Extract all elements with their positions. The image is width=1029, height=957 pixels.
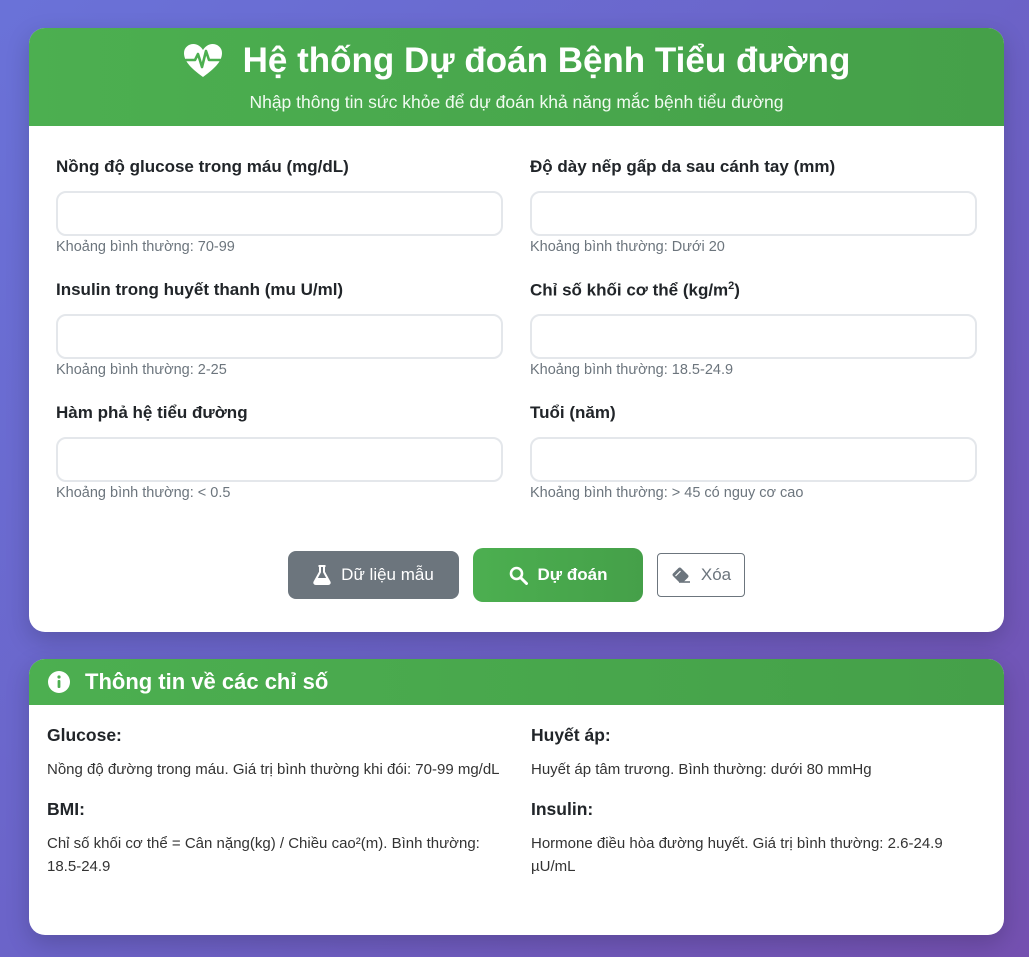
- clear-label: Xóa: [700, 565, 732, 584]
- info-card: Thông tin về các chỉ số Glucose: Nồng độ…: [29, 659, 1004, 935]
- bmi-label-suffix: ): [734, 280, 740, 300]
- bmi-label-text: Chỉ số khối cơ thể (kg/m: [530, 280, 729, 300]
- glucose-label: Nồng độ glucose trong máu (mg/dL): [56, 157, 349, 176]
- info-column-right: Huyết áp: Huyết áp tâm trương. Bình thườ…: [531, 725, 991, 896]
- clear-button[interactable]: Xóa: [657, 553, 745, 597]
- bmi-info-title: BMI:: [47, 799, 85, 819]
- bmi-label: Chỉ số khối cơ thể (kg/m2): [530, 280, 977, 304]
- page-subtitle: Nhập thông tin sức khỏe để dự đoán khả n…: [249, 92, 784, 112]
- glucose-field: Nồng độ glucose trong máu (mg/dL) Khoảng…: [56, 157, 503, 255]
- info-header: Thông tin về các chỉ số: [29, 659, 1004, 705]
- predict-label: Dự đoán: [537, 565, 608, 584]
- info-body: Glucose: Nồng độ đường trong máu. Giá tr…: [29, 705, 1004, 935]
- age-field: Tuổi (năm) Khoảng bình thường: > 45 có n…: [530, 403, 977, 501]
- pedigree-field: Hàm phả hệ tiểu đường Khoảng bình thường…: [56, 403, 503, 501]
- bmi-hint: Khoảng bình thường: 18.5-24.9: [530, 362, 734, 378]
- sample-data-label: Dữ liệu mẫu: [341, 565, 434, 584]
- insulin-info-text: Hormone điều hòa đường huyết. Giá trị bì…: [531, 835, 943, 875]
- heart-pulse-icon: [183, 43, 223, 79]
- bp-info-title: Huyết áp:: [531, 725, 611, 745]
- page-title: Hệ thống Dự đoán Bệnh Tiểu đường: [242, 41, 851, 80]
- bp-info-text: Huyết áp tâm trương. Bình thường: dưới 8…: [531, 761, 872, 778]
- insulin-label: Insulin trong huyết thanh (mu U/ml): [56, 280, 344, 299]
- insulin-input[interactable]: [56, 314, 503, 359]
- prediction-form: Nồng độ glucose trong máu (mg/dL) Khoảng…: [29, 126, 1004, 632]
- pedigree-input[interactable]: [56, 437, 503, 482]
- age-hint: Khoảng bình thường: > 45 có nguy cơ cao: [530, 485, 804, 501]
- button-row: Dữ liệu mẫu Dự đoán Xóa: [29, 548, 1004, 602]
- main-header: Hệ thống Dự đoán Bệnh Tiểu đường Nhập th…: [29, 28, 1004, 126]
- insulin-hint: Khoảng bình thường: 2-25: [56, 362, 227, 378]
- age-label: Tuổi (năm): [530, 403, 616, 422]
- eraser-icon: [671, 567, 691, 583]
- skin-thickness-hint: Khoảng bình thường: Dưới 20: [530, 239, 725, 255]
- glucose-input[interactable]: [56, 191, 503, 236]
- skin-thickness-label: Độ dày nếp gấp da sau cánh tay (mm): [530, 157, 836, 176]
- info-circle-icon: [47, 670, 71, 694]
- skin-thickness-field: Độ dày nếp gấp da sau cánh tay (mm) Khoả…: [530, 157, 977, 255]
- search-icon: [509, 566, 528, 585]
- age-input[interactable]: [530, 437, 977, 482]
- prediction-card: Hệ thống Dự đoán Bệnh Tiểu đường Nhập th…: [29, 28, 1004, 632]
- glucose-info-text: Nồng độ đường trong máu. Giá trị bình th…: [47, 761, 500, 778]
- page-title-row: Hệ thống Dự đoán Bệnh Tiểu đường: [29, 40, 1004, 82]
- glucose-hint: Khoảng bình thường: 70-99: [56, 239, 235, 255]
- skin-thickness-input[interactable]: [530, 191, 977, 236]
- insulin-info-title: Insulin:: [531, 799, 594, 819]
- glucose-info-title: Glucose:: [47, 725, 122, 745]
- predict-button[interactable]: Dự đoán: [473, 548, 643, 602]
- bmi-info-text: Chỉ số khối cơ thể = Cân nặng(kg) / Chiề…: [47, 835, 480, 875]
- bmi-input[interactable]: [530, 314, 977, 359]
- pedigree-label: Hàm phả hệ tiểu đường: [56, 403, 248, 422]
- bmi-field: Chỉ số khối cơ thể (kg/m2) Khoảng bình t…: [530, 280, 977, 378]
- flask-icon: [313, 565, 331, 585]
- pedigree-hint: Khoảng bình thường: < 0.5: [56, 485, 231, 501]
- info-column-left: Glucose: Nồng độ đường trong máu. Giá tr…: [47, 725, 507, 896]
- sample-data-button[interactable]: Dữ liệu mẫu: [288, 551, 459, 599]
- info-title: Thông tin về các chỉ số: [85, 669, 329, 694]
- insulin-field: Insulin trong huyết thanh (mu U/ml) Khoả…: [56, 280, 503, 378]
